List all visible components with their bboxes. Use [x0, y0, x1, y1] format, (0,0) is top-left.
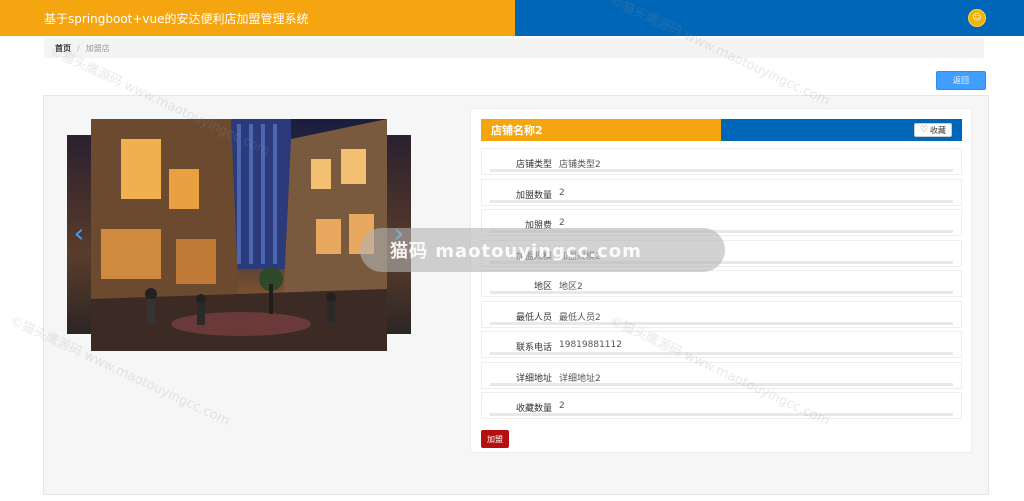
carousel-prev-arrow-icon[interactable]: ‹: [71, 219, 87, 249]
header-title-area: 基于springboot+vue的安达便利店加盟管理系统: [0, 0, 515, 36]
field-value: 2: [559, 188, 565, 198]
field-row-join-fee: 加盟费 2: [481, 209, 962, 236]
top-header: 基于springboot+vue的安达便利店加盟管理系统 ☺: [0, 0, 1024, 36]
carousel-current-image: [91, 119, 387, 351]
header-right-area: ☺: [515, 0, 1024, 36]
app-title: 基于springboot+vue的安达便利店加盟管理系统: [44, 11, 309, 26]
user-avatar-icon[interactable]: ☺: [968, 9, 986, 27]
field-value: 19819881112: [559, 340, 622, 350]
shop-header-right: ♡ 收藏: [721, 119, 962, 141]
breadcrumb-separator: /: [77, 43, 80, 53]
field-divider: [490, 383, 953, 386]
field-divider: [490, 200, 953, 203]
street-scene-image: [91, 119, 387, 351]
field-value: 2: [559, 401, 565, 411]
field-value: 2: [559, 218, 565, 228]
breadcrumb-home[interactable]: 首页: [55, 43, 71, 54]
field-row-join-scale: 加盟规模 加盟规模2: [481, 240, 962, 267]
shop-name: 店铺名称2: [481, 119, 721, 141]
breadcrumb-current: 加盟店: [85, 43, 110, 53]
field-divider: [490, 230, 953, 233]
shop-header: 店铺名称2 ♡ 收藏: [481, 119, 962, 141]
field-divider: [490, 352, 953, 355]
carousel-next-arrow-icon[interactable]: ›: [391, 219, 407, 249]
field-row-shop-type: 店铺类型 店铺类型2: [481, 148, 962, 175]
join-button[interactable]: 加盟: [481, 430, 509, 448]
field-row-favorite-count: 收藏数量 2: [481, 392, 962, 419]
favorite-button[interactable]: ♡ 收藏: [913, 123, 952, 137]
field-row-address: 详细地址 详细地址2: [481, 362, 962, 389]
field-row-region: 地区 地区2: [481, 270, 962, 297]
back-button[interactable]: 返回: [936, 71, 986, 90]
image-carousel[interactable]: ‹ ›: [67, 119, 411, 351]
heart-icon: ♡: [919, 125, 928, 135]
field-divider: [490, 169, 953, 172]
favorite-label: 收藏: [930, 125, 946, 135]
field-divider: [490, 322, 953, 325]
field-divider: [490, 413, 953, 416]
field-divider: [490, 261, 953, 264]
field-divider: [490, 291, 953, 294]
field-row-min-staff: 最低人员 最低人员2: [481, 301, 962, 328]
field-row-join-count: 加盟数量 2: [481, 179, 962, 206]
breadcrumb: 首页 / 加盟店: [44, 38, 984, 58]
field-row-phone: 联系电话 19819881112: [481, 331, 962, 358]
